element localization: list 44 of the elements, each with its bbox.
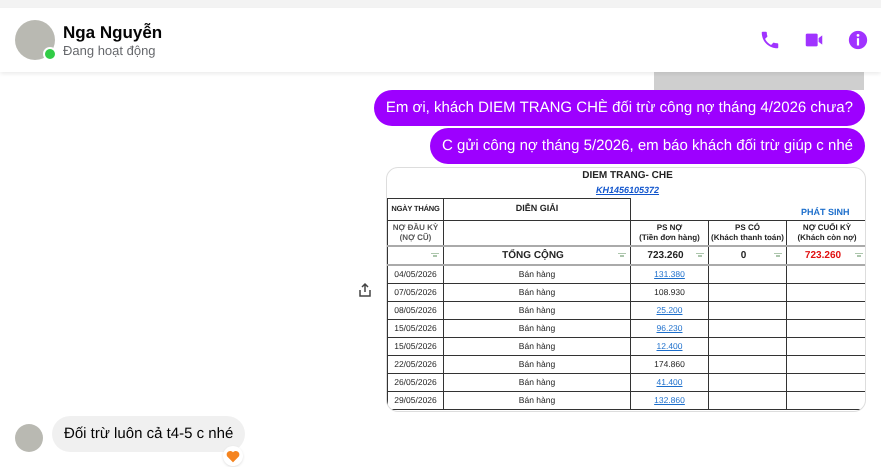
info-icon[interactable]: [847, 29, 869, 51]
message-bubble: Em ơi, khách DIEM TRANG CHÈ đối trừ công nợ tháng 4/2026 chưa?: [374, 90, 865, 126]
filter-icon[interactable]: [431, 253, 439, 258]
filter-icon[interactable]: [855, 253, 864, 258]
avatar[interactable]: [15, 424, 43, 452]
column-header: PHÁT SINH: [630, 198, 865, 220]
message-bubble: Đối trừ luôn cả t4-5 c nhé: [52, 416, 246, 452]
table-cell-text: 0: [740, 249, 748, 263]
column-header: PS NỢ (Tiền đơn hàng): [630, 220, 708, 246]
table-cell: 07/05/2026: [388, 283, 444, 301]
phone-icon[interactable]: [759, 29, 781, 51]
table-cell: 15/05/2026: [388, 319, 444, 337]
table-cell: 26/05/2026: [388, 373, 444, 391]
customer-code: KH1456105372: [388, 183, 865, 198]
table-cell: 04/05/2026: [388, 265, 444, 283]
table-cell: Bán hàng: [444, 319, 630, 337]
table-cell: 22/05/2026: [388, 355, 444, 373]
column-header: PS CÓ (Khách thanh toán): [708, 220, 786, 246]
table-cell: 174.860: [630, 355, 708, 373]
avatar[interactable]: [15, 20, 55, 60]
totals-label: TỔNG CỘNG: [501, 248, 565, 263]
share-icon[interactable]: [358, 282, 372, 298]
table-cell: 15/05/2026: [388, 337, 444, 355]
table-cell: Bán hàng: [444, 355, 630, 373]
table-cell-text: 723.260: [646, 249, 685, 263]
table-cell-text: 723.260: [804, 249, 842, 263]
filter-icon[interactable]: [618, 253, 626, 258]
sheet-title: DIEM TRANG- CHE: [581, 169, 674, 183]
table-cell: Bán hàng: [444, 283, 630, 301]
table-cell: Bán hàng: [444, 337, 630, 355]
table-cell: 29/05/2026: [388, 391, 444, 409]
table-cell: 108.930: [630, 283, 708, 301]
active-status: Đang hoạt động: [63, 42, 157, 58]
column-header: DIỄN GIẢI: [444, 198, 630, 220]
message-bubble: C gửi công nợ tháng 5/2026, em báo khách đối trừ giúp c nhé: [430, 128, 865, 164]
table-cell: Bán hàng: [444, 265, 630, 283]
table-cell: Bán hàng: [444, 301, 630, 319]
filter-icon[interactable]: [696, 253, 704, 258]
contact-name: Nga Nguyễn: [63, 22, 162, 42]
filter-icon[interactable]: [774, 253, 782, 258]
column-header: NỢ ĐẦU KỲ (NỢ CŨ): [388, 220, 444, 246]
table-cell: Bán hàng: [444, 391, 630, 409]
table-cell: Bán hàng: [444, 373, 630, 391]
table-cell: 08/05/2026: [388, 301, 444, 319]
